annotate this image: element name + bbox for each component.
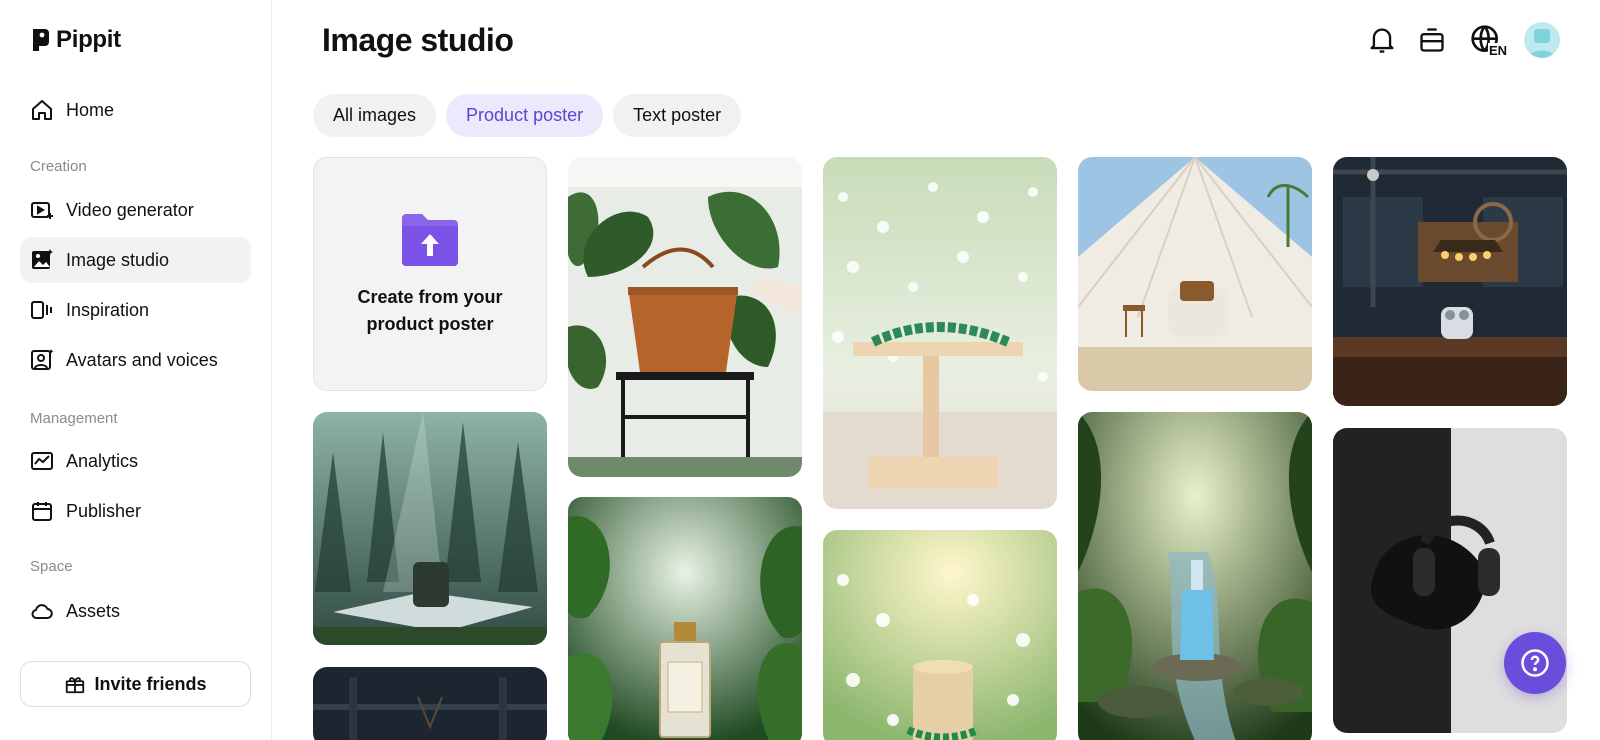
sidebar-item-home[interactable]: Home [20,87,251,133]
beach-tent-image [1078,157,1312,391]
tab-text-poster[interactable]: Text poster [613,94,742,137]
cloud-icon [30,599,54,623]
perfume-jungle-image [568,497,802,740]
create-card-text: Create from your product poster [330,284,530,338]
calendar-icon [30,499,54,523]
sidebar-item-avatars-voices[interactable]: Avatars and voices [20,337,251,383]
home-icon [30,98,54,122]
analytics-icon [30,449,54,473]
sidebar-item-label: Image studio [66,249,170,270]
poster-earbuds-workshop[interactable] [1333,157,1567,406]
bell-icon[interactable] [1366,22,1398,58]
pippit-logo-icon [33,29,49,51]
sidebar-item-inspiration[interactable]: Inspiration [20,287,251,333]
subscription-icon[interactable] [1416,22,1448,58]
sidebar-item-publisher[interactable]: Publisher [20,488,251,534]
brand-logo[interactable]: Pippit [30,26,121,54]
inspiration-icon [30,298,54,322]
image-sparkle-icon [30,248,54,272]
brand-name: Pippit [56,26,121,53]
language-code: EN [1487,43,1508,58]
help-icon [1521,649,1549,677]
help-button[interactable] [1504,632,1566,694]
poster-perfume-jungle[interactable] [568,497,802,740]
poster-leather-bag[interactable] [568,157,802,477]
emerald-bracelet-image [823,157,1057,509]
poster-water-bottle-stream[interactable] [1078,412,1312,740]
avatar-sparkle-icon [30,348,54,372]
industrial-image [313,667,547,740]
wood-bracelet-image [823,530,1057,740]
avatar[interactable] [1524,22,1560,58]
gift-icon [66,677,85,694]
upload-folder-icon [402,214,458,266]
section-label-space: Space [30,558,73,575]
sidebar-item-label: Home [66,99,115,120]
create-product-poster-card[interactable]: Create from your product poster [313,157,547,391]
invite-friends-button[interactable]: Invite friends [20,661,251,707]
poster-emerald-bracelet[interactable] [823,157,1057,509]
sidebar-item-label: Video generator [66,199,194,220]
sidebar-item-label: Assets [66,600,121,621]
video-plus-icon [30,198,54,222]
tab-product-poster[interactable]: Product poster [446,94,604,137]
sidebar-item-video-generator[interactable]: Video generator [20,187,251,233]
create-card-line1: Create from your [357,287,503,307]
forest-candle-image [313,412,547,645]
water-bottle-image [1078,412,1312,740]
create-card-line2: product poster [366,314,494,334]
tab-all-images[interactable]: All images [313,94,437,137]
sidebar-item-label: Inspiration [66,299,150,320]
language-selector[interactable]: EN [1466,22,1508,58]
filter-tabs: All images Product poster Text poster [313,94,742,137]
earbuds-workshop-image [1333,157,1567,406]
header-actions: EN [1366,22,1560,58]
sidebar: Pippit Home Creation Video generator Ima… [0,0,272,740]
sidebar-item-label: Avatars and voices [66,349,218,370]
sidebar-item-image-studio[interactable]: Image studio [20,237,251,283]
invite-friends-label: Invite friends [94,673,207,694]
sidebar-item-label: Publisher [66,500,142,521]
poster-wood-bracelet[interactable] [823,530,1057,740]
section-label-management: Management [30,410,118,427]
sidebar-item-analytics[interactable]: Analytics [20,438,251,484]
sidebar-item-assets[interactable]: Assets [20,588,251,634]
poster-forest-candle[interactable] [313,412,547,645]
section-label-creation: Creation [30,158,87,175]
poster-beach-tent-chair[interactable] [1078,157,1312,391]
leather-bag-image [568,157,802,477]
poster-industrial[interactable] [313,667,547,740]
page-title: Image studio [322,22,514,58]
sidebar-item-label: Analytics [66,450,139,471]
user-avatar-icon [1529,29,1555,58]
